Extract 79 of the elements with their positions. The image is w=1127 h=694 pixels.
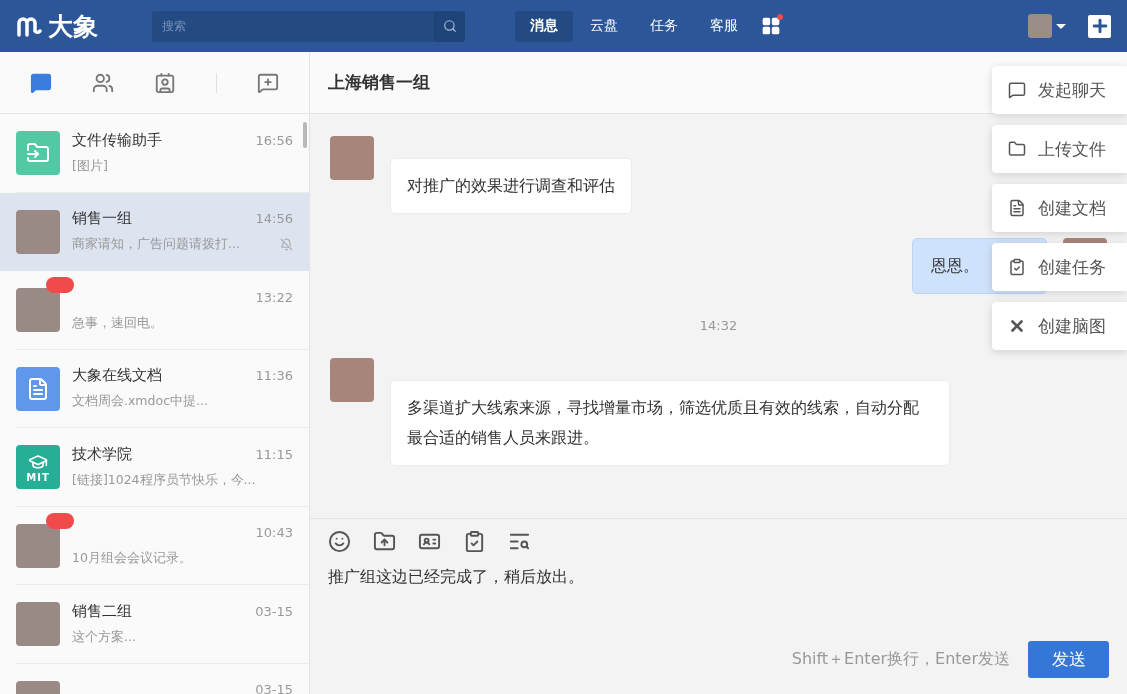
conversation-item[interactable]: 大象在线文档 11:36 文档周会.xmdoc中提... xyxy=(0,349,309,428)
conversation-preview: 这个方案... xyxy=(72,628,136,646)
send-hint: Shift＋Enter换行，Enter发送 xyxy=(791,649,1010,670)
account-button[interactable] xyxy=(1028,14,1066,38)
search-field[interactable]: 搜索 xyxy=(152,10,434,42)
logo-icon xyxy=(16,15,42,37)
conversation-item[interactable]: 销售二组 03-15 这个方案... xyxy=(0,585,309,664)
menu-item[interactable]: 创建任务 xyxy=(992,243,1127,291)
sidebar-tab[interactable] xyxy=(30,71,52,94)
upload-button[interactable] xyxy=(373,529,396,553)
conversation-item[interactable]: 销售一组 14:56 商家请知，广告问题请拨打... xyxy=(0,192,309,271)
conversation-time: 11:15 xyxy=(255,446,293,462)
conversation-time: 03-15 xyxy=(255,603,293,619)
conversation-preview: 急事，速回电。 xyxy=(72,314,163,332)
conversation-time: 11:36 xyxy=(255,368,293,384)
sidebar-tab[interactable] xyxy=(154,71,176,94)
clipboard-check-icon xyxy=(463,529,486,553)
avatar-photo-placeholder xyxy=(330,358,374,402)
people-icon xyxy=(92,71,114,94)
menu-item[interactable]: 创建脑图 xyxy=(992,302,1127,350)
avatar-photo-placeholder xyxy=(16,523,60,568)
conversation-preview: 商家请知，广告问题请拨打... xyxy=(72,236,240,254)
conversation-preview: [图片] xyxy=(72,157,108,175)
conversation-preview: 文档周会.xmdoc中提... xyxy=(72,393,208,411)
add-chat-icon xyxy=(257,71,279,94)
nav-tab[interactable]: 云盘 xyxy=(575,10,633,42)
conversation-time: 10:43 xyxy=(255,525,293,541)
task-button[interactable] xyxy=(463,529,486,553)
search-button[interactable] xyxy=(434,10,465,42)
menu-item[interactable]: 发起聊天 xyxy=(992,66,1127,114)
conversation-time: 14:56 xyxy=(255,211,293,227)
avatar xyxy=(1028,14,1052,38)
conversation-name: 文件传输助手 xyxy=(72,130,162,150)
add-button[interactable] xyxy=(1088,14,1111,38)
folder-icon xyxy=(1008,140,1026,158)
conversation-name: 技术学院 xyxy=(72,444,132,464)
chat-bubble-icon xyxy=(1008,81,1026,99)
conversation-item[interactable]: 文件传输助手 16:56 [图片] xyxy=(0,114,309,193)
nav-tab[interactable]: 客服 xyxy=(695,10,753,42)
avatar-photo-placeholder xyxy=(16,288,60,333)
message-input[interactable]: 推广组这边已经完成了，稍后放出。 xyxy=(328,567,1109,617)
folder-upload-icon xyxy=(373,529,396,553)
sidebar-tab[interactable] xyxy=(257,71,279,94)
conversation-name: 销售二组 xyxy=(72,601,132,621)
clipboard-check-icon xyxy=(1008,258,1026,276)
conversation-time: 16:56 xyxy=(255,132,293,148)
scrollbar-thumb[interactable] xyxy=(303,122,307,148)
conversation-time: 03-15 xyxy=(255,682,293,694)
message-bubble: 多渠道扩大线索来源，寻找增量市场，筛选优质且有效的线索，自动分配最合适的销售人员来跟进。 xyxy=(390,380,950,466)
grid-icon xyxy=(761,16,781,36)
contact-card-icon xyxy=(154,71,176,94)
message-bubble: 对推广的效果进行调查和评估 xyxy=(390,158,632,214)
conversation-preview: 10月组会会议记录。 xyxy=(72,550,192,568)
nav-tab[interactable]: 消息 xyxy=(515,10,573,42)
conversation-name: 大象在线文档 xyxy=(72,366,162,386)
conversation-preview: [链接]1024程序员节快乐，今... xyxy=(72,471,256,489)
smiley-icon xyxy=(328,529,351,553)
chat-title: 上海销售一组 xyxy=(328,71,430,94)
app-name: 大象 xyxy=(48,10,98,43)
menu-item[interactable]: 创建文档 xyxy=(992,184,1127,232)
send-button[interactable]: 发送 xyxy=(1028,641,1109,678)
nav-tab[interactable]: 任务 xyxy=(635,10,693,42)
conversation-name: 销售一组 xyxy=(72,209,132,229)
sidebar-tab[interactable] xyxy=(92,71,114,94)
search-icon xyxy=(442,19,457,33)
cross-icon xyxy=(1008,317,1026,335)
avatar-photo-placeholder xyxy=(16,209,60,254)
message-time: 14:32 xyxy=(699,318,738,334)
menu-item[interactable]: 上传文件 xyxy=(992,125,1127,173)
avatar-label: MIT xyxy=(26,471,50,483)
conversation-time: 13:22 xyxy=(255,289,293,305)
document-icon xyxy=(1008,199,1026,217)
conversation-item[interactable]: MIT 技术学院 11:15 [链接]1024程序员节快乐，今... xyxy=(0,428,309,507)
chat-bubble-icon xyxy=(30,71,52,94)
emoji-button[interactable] xyxy=(328,529,351,553)
caret-icon xyxy=(1056,23,1066,29)
avatar-photo-placeholder xyxy=(16,602,60,647)
avatar-photo-placeholder xyxy=(330,136,374,180)
document-icon xyxy=(26,376,50,401)
